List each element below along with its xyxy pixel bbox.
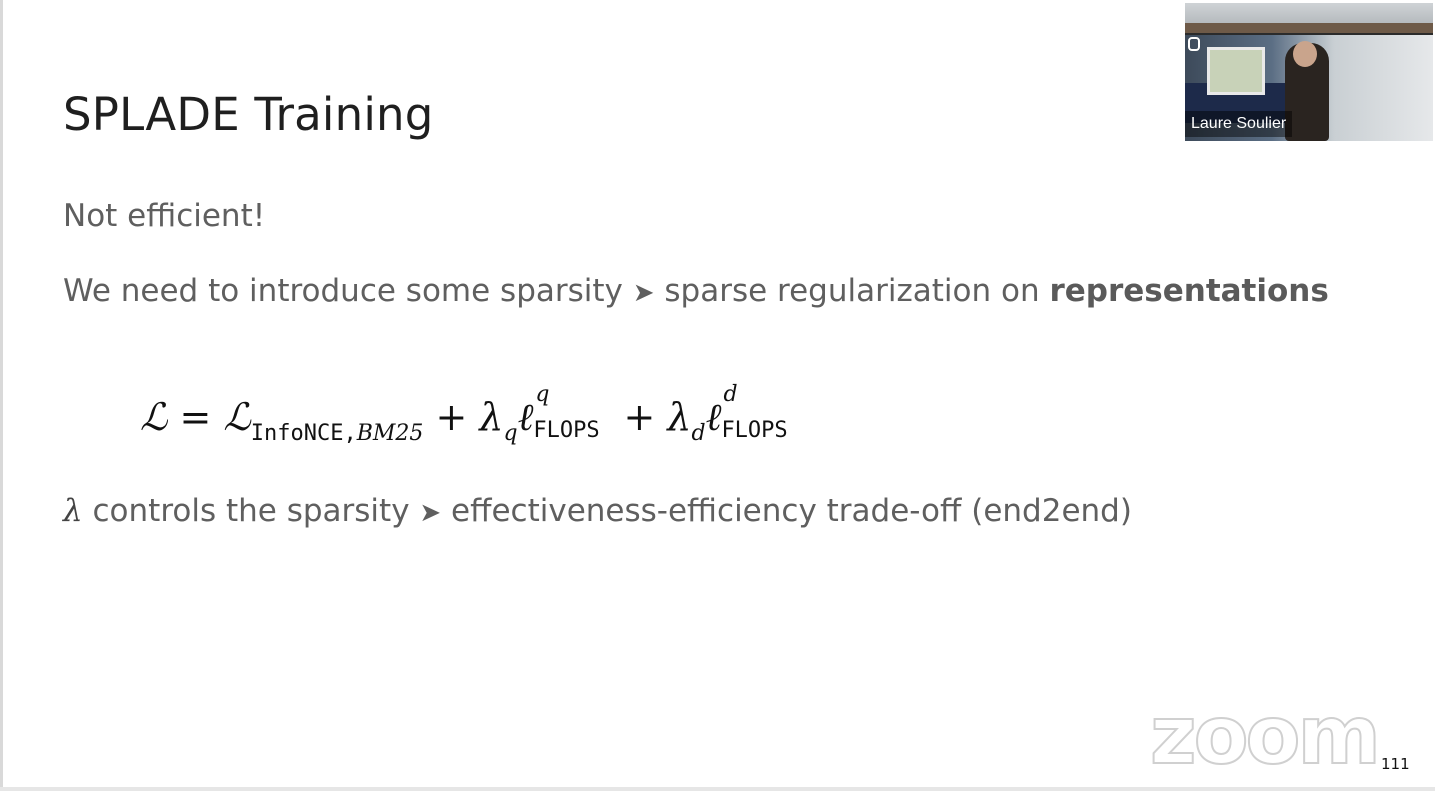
flops-q-scripts: q FLOPS — [533, 382, 611, 443]
ell-q: ℓ — [517, 395, 534, 439]
slide-bottom-border — [0, 787, 1435, 791]
lambda-q: λ — [479, 395, 504, 439]
bm25-sub: BM25 — [356, 421, 424, 446]
participant-video-tile[interactable]: Laure Soulier — [1185, 3, 1433, 141]
microphone-icon — [1188, 37, 1200, 51]
lambda-q-subscript: q — [503, 421, 518, 446]
participant-name-tag: Laure Soulier — [1185, 111, 1293, 137]
plus-sign-2: + — [611, 395, 668, 439]
lambda-d-subscript: d — [691, 421, 706, 446]
video-person-head — [1293, 41, 1317, 67]
slide-title: SPLADE Training — [63, 88, 434, 141]
infonce-sub-mono: InfoNCE, — [250, 421, 357, 446]
equals-sign: = — [167, 395, 224, 439]
ell-q-superscript: q — [535, 382, 550, 407]
video-window — [1207, 47, 1265, 95]
lambda-symbol: λ — [63, 493, 83, 529]
sparsity-prefix: We need to introduce some sparsity — [63, 273, 623, 309]
flops-q-subscript: FLOPS — [533, 418, 600, 443]
plus-sign-1: + — [423, 395, 480, 439]
ell-d: ℓ — [705, 395, 722, 439]
lambda-d: λ — [667, 395, 692, 439]
representations-bold: representations — [1049, 273, 1329, 309]
arrow-icon: ➤ — [632, 278, 655, 308]
text-not-efficient: Not efficient! — [63, 198, 266, 234]
text-sparsity-line: We need to introduce some sparsity ➤ spa… — [63, 273, 1329, 309]
infonce-loss-symbol: ℒ — [223, 395, 251, 439]
ell-d-superscript: d — [723, 382, 738, 407]
arrow-icon-2: ➤ — [419, 498, 442, 528]
loss-symbol: ℒ — [140, 395, 168, 439]
flops-d-scripts: d FLOPS — [721, 382, 799, 443]
infonce-subscript: InfoNCE,BM25 — [251, 421, 424, 446]
zoom-watermark-logo: zoom — [1149, 689, 1382, 782]
tradeoff-text: effectiveness-efficiency trade-off (end2… — [441, 493, 1132, 529]
slide-left-border — [0, 0, 3, 791]
slide-page-number: 111 — [1381, 755, 1410, 773]
loss-formula: ℒ = ℒInfoNCE,BM25 + λqℓ q FLOPS + λdℓ d FLOP… — [140, 382, 799, 446]
video-strip-band — [1185, 23, 1433, 33]
video-gallery-strip — [1185, 3, 1433, 33]
lambda-text: controls the sparsity — [82, 493, 420, 529]
text-lambda-controls: λ controls the sparsity ➤ effectiveness-… — [63, 493, 1132, 529]
sparsity-mid: sparse regularization on — [654, 273, 1050, 309]
flops-d-subscript: FLOPS — [721, 418, 788, 443]
